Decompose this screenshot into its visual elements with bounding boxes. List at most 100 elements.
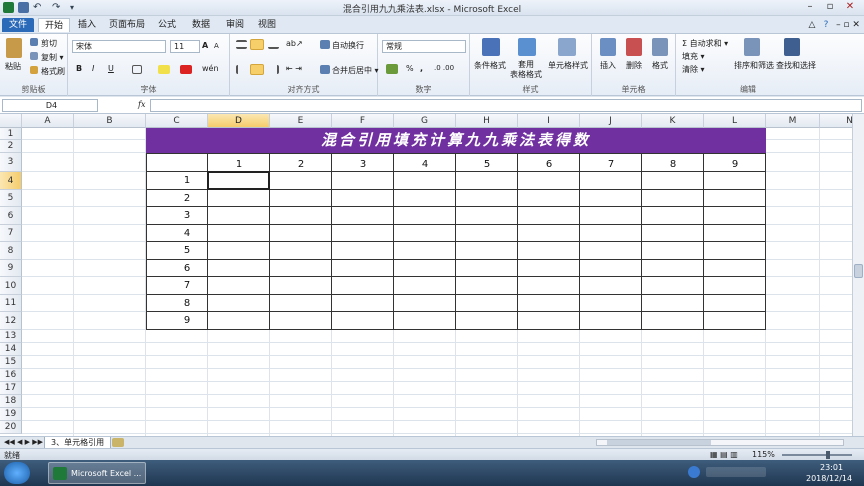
paste-icon[interactable] xyxy=(6,38,22,58)
column-header[interactable]: M xyxy=(766,114,820,128)
grow-font-button[interactable]: A xyxy=(202,41,208,50)
column-header[interactable]: B xyxy=(74,114,146,128)
view-mode-icons[interactable]: ▦ ▤ ▥ xyxy=(710,450,738,459)
underline-button[interactable]: U xyxy=(108,64,114,73)
column-header[interactable]: J xyxy=(580,114,642,128)
header-number-cell[interactable]: 4 xyxy=(394,153,456,172)
paste-button[interactable]: 粘贴 xyxy=(5,61,21,72)
maximize-button[interactable]: ▫ xyxy=(820,1,840,13)
insert-sheet-icon[interactable] xyxy=(112,438,124,447)
header-number-cell[interactable]: 6 xyxy=(518,153,580,172)
copy-button[interactable]: 复制 ▾ xyxy=(41,52,64,63)
clear-button[interactable]: 清除 ▾ xyxy=(682,64,705,75)
tab-insert[interactable]: 插入 xyxy=(72,18,102,32)
cut-button[interactable]: 剪切 xyxy=(41,38,57,49)
column-header[interactable]: D xyxy=(208,114,270,128)
row-header[interactable]: 19 xyxy=(0,408,22,421)
zoom-level[interactable]: 115% xyxy=(752,450,775,459)
find-select-button[interactable]: 查找和选择 xyxy=(776,60,816,71)
shrink-font-button[interactable]: A xyxy=(214,42,219,50)
row-header[interactable]: 17 xyxy=(0,382,22,395)
row-header[interactable]: 8 xyxy=(0,242,22,260)
row-number-cell[interactable]: 1 xyxy=(166,172,208,190)
column-header[interactable]: C xyxy=(146,114,208,128)
align-center-icon[interactable] xyxy=(250,64,264,75)
start-button[interactable] xyxy=(4,462,30,484)
font-size-select[interactable]: 11 xyxy=(170,40,200,53)
column-header[interactable]: K xyxy=(642,114,704,128)
tab-review[interactable]: 审阅 xyxy=(220,18,250,32)
tab-page-layout[interactable]: 页面布局 xyxy=(104,18,150,32)
column-header[interactable]: H xyxy=(456,114,518,128)
selected-cell-d4[interactable] xyxy=(207,171,270,190)
decimal-icons[interactable]: .0 .00 xyxy=(434,64,454,72)
format-as-table-button[interactable]: 套用 表格格式 xyxy=(510,60,542,80)
merge-center-button[interactable]: 合并后居中 ▾ xyxy=(332,65,379,76)
column-header[interactable]: N xyxy=(820,114,852,128)
row-header[interactable]: 9 xyxy=(0,260,22,277)
font-color-icon[interactable] xyxy=(180,65,192,74)
comma-button[interactable]: , xyxy=(420,64,423,73)
row-number-cell[interactable]: 6 xyxy=(166,260,208,277)
orientation-icon[interactable]: ab↗ xyxy=(286,39,303,48)
indent-icons[interactable]: ⇤ ⇥ xyxy=(286,64,302,73)
phonetic-icon[interactable]: wén xyxy=(202,64,219,73)
tab-home[interactable]: 开始 xyxy=(38,18,70,32)
align-top-icon[interactable] xyxy=(236,40,247,49)
header-number-cell[interactable]: 1 xyxy=(208,153,270,172)
align-middle-icon[interactable] xyxy=(250,39,264,50)
currency-icon[interactable] xyxy=(386,64,398,74)
row-header[interactable]: 10 xyxy=(0,277,22,295)
bold-button[interactable]: B xyxy=(76,64,82,73)
vertical-scrollbar[interactable] xyxy=(852,114,864,436)
search-tray-icon[interactable] xyxy=(688,466,700,478)
row-header[interactable]: 13 xyxy=(0,330,22,343)
percent-button[interactable]: % xyxy=(406,64,414,73)
row-header[interactable]: 3 xyxy=(0,153,22,172)
tab-formulas[interactable]: 公式 xyxy=(152,18,182,32)
delete-cells-button[interactable]: 删除 xyxy=(626,60,642,71)
close-button[interactable]: ✕ xyxy=(840,1,860,13)
minimize-button[interactable]: – xyxy=(800,1,820,13)
row-header[interactable]: 15 xyxy=(0,356,22,369)
italic-button[interactable]: I xyxy=(92,64,94,73)
column-header[interactable]: G xyxy=(394,114,456,128)
sheet-nav-arrows[interactable]: ◀◀ ◀ ▶ ▶▶ xyxy=(4,438,43,446)
sort-filter-button[interactable]: 排序和筛选 xyxy=(734,60,774,71)
row-header[interactable]: 1 xyxy=(0,128,22,140)
tab-data[interactable]: 数据 xyxy=(186,18,216,32)
align-bottom-icon[interactable] xyxy=(268,40,279,49)
row-header[interactable]: 7 xyxy=(0,225,22,242)
number-format-select[interactable]: 常规 xyxy=(382,40,466,53)
format-painter-button[interactable]: 格式刷 xyxy=(41,66,65,77)
header-number-cell[interactable]: 7 xyxy=(580,153,642,172)
row-header[interactable]: 5 xyxy=(0,190,22,207)
row-number-cell[interactable]: 8 xyxy=(166,295,208,312)
fill-color-icon[interactable] xyxy=(158,65,170,74)
border-icon[interactable] xyxy=(132,65,142,74)
row-header[interactable]: 4 xyxy=(0,172,22,190)
header-number-cell[interactable]: 2 xyxy=(270,153,332,172)
row-header[interactable]: 20 xyxy=(0,421,22,434)
column-header[interactable]: I xyxy=(518,114,580,128)
tab-file[interactable]: 文件 xyxy=(2,18,34,32)
row-number-cell[interactable]: 4 xyxy=(166,225,208,242)
horizontal-scrollbar[interactable] xyxy=(596,439,844,446)
row-number-cell[interactable]: 2 xyxy=(166,190,208,207)
row-header[interactable]: 16 xyxy=(0,369,22,382)
header-number-cell[interactable]: 3 xyxy=(332,153,394,172)
column-header[interactable]: E xyxy=(270,114,332,128)
insert-function-button[interactable]: fx xyxy=(138,100,145,109)
zoom-slider-thumb[interactable] xyxy=(826,451,830,459)
column-header[interactable]: A xyxy=(22,114,74,128)
row-number-cell[interactable]: 5 xyxy=(166,242,208,260)
select-all-corner[interactable] xyxy=(0,114,22,128)
row-header[interactable]: 6 xyxy=(0,207,22,225)
column-header[interactable]: F xyxy=(332,114,394,128)
cell-styles-button[interactable]: 单元格样式 xyxy=(548,60,588,71)
formula-input[interactable] xyxy=(150,99,862,112)
row-header[interactable]: 18 xyxy=(0,395,22,408)
row-header[interactable]: 14 xyxy=(0,343,22,356)
worksheet-grid[interactable]: A B C D E F G H I J K L M N 1 2 3 4 5 6 7 8 9 10 11 12 13 14 15 16 17 1… xyxy=(0,114,852,436)
insert-cells-button[interactable]: 插入 xyxy=(600,60,616,71)
